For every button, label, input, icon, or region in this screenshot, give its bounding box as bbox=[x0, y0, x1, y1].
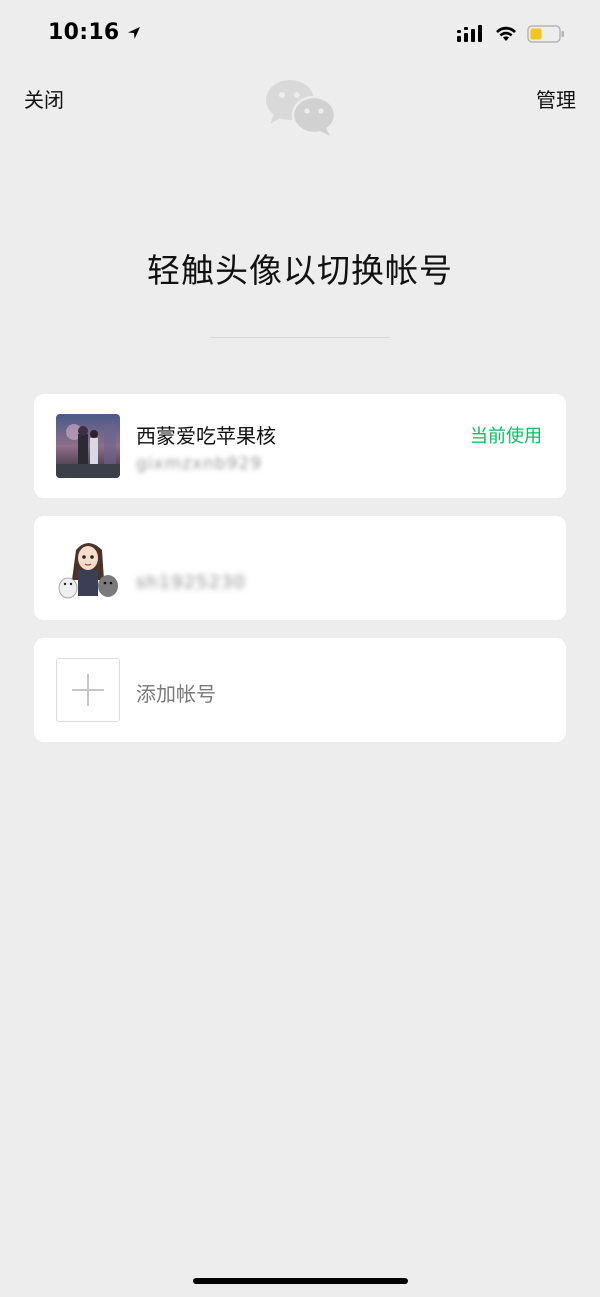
current-account-badge: 当前使用 bbox=[470, 426, 542, 447]
account-id: gixmzxnb929 bbox=[136, 454, 263, 474]
wechat-logo-icon bbox=[266, 80, 336, 136]
add-account-label: 添加帐号 bbox=[136, 682, 216, 706]
cartoon-girl-avatar[interactable] bbox=[56, 536, 120, 600]
wifi-icon bbox=[496, 26, 516, 41]
status-time: 10:16 bbox=[48, 20, 142, 45]
account-id: sh1925230 bbox=[136, 572, 246, 593]
add-account-card[interactable]: 添加帐号 bbox=[34, 638, 566, 742]
page-title: 轻触头像以切换帐号 bbox=[147, 251, 453, 290]
account-card-current[interactable]: 西蒙爱吃苹果核 gixmzxnb929 当前使用 bbox=[34, 394, 566, 498]
photo-avatar[interactable] bbox=[56, 414, 120, 478]
location-arrow-icon bbox=[127, 26, 140, 39]
home-indicator[interactable] bbox=[193, 1278, 408, 1284]
manage-button[interactable]: 管理 bbox=[536, 84, 576, 113]
battery-icon bbox=[527, 25, 564, 43]
account-name: 西蒙爱吃苹果核 bbox=[136, 424, 276, 448]
cellular-signal-icon bbox=[457, 25, 482, 42]
status-bar: 10:16 bbox=[0, 0, 600, 70]
title-divider bbox=[210, 337, 390, 338]
plus-icon[interactable] bbox=[56, 658, 120, 722]
time-text: 10:16 bbox=[48, 20, 120, 45]
plus-vertical bbox=[87, 674, 89, 706]
account-card-secondary[interactable]: sh1925230 bbox=[34, 516, 566, 620]
close-button[interactable]: 关闭 bbox=[24, 84, 64, 113]
